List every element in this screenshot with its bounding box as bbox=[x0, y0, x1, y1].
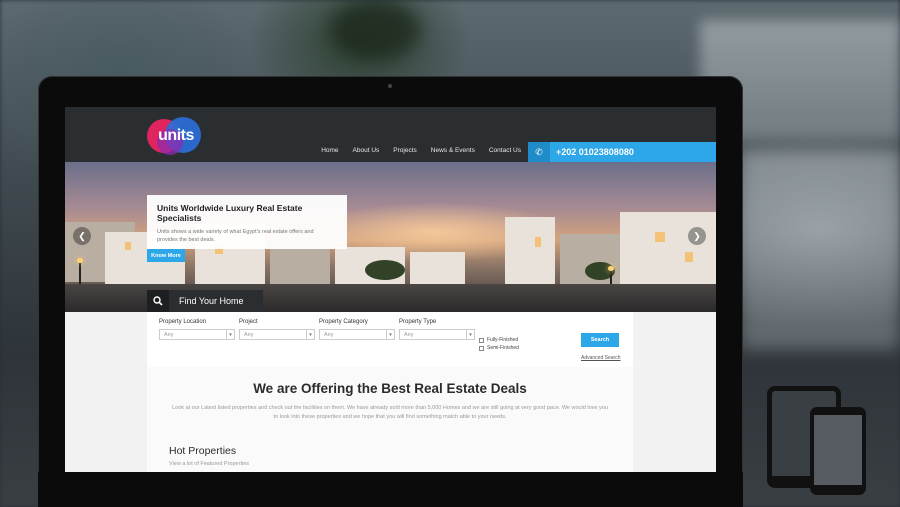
know-more-button[interactable]: Know More bbox=[147, 249, 185, 262]
units-logo[interactable]: units bbox=[145, 115, 205, 159]
offer-section: We are Offering the Best Real Estate Dea… bbox=[147, 367, 633, 472]
search-icon bbox=[147, 290, 169, 312]
property-type-field: Property Type Any ▾ bbox=[399, 319, 475, 340]
nav-projects[interactable]: Projects bbox=[393, 147, 416, 154]
nav-home[interactable]: Home bbox=[321, 147, 338, 154]
offer-text: Look at our Latest listed properties and… bbox=[172, 405, 608, 421]
search-button[interactable]: Search bbox=[581, 333, 619, 347]
chevron-down-icon: ▾ bbox=[226, 330, 234, 339]
project-field: Project Any ▾ bbox=[239, 319, 315, 340]
chevron-down-icon: ▾ bbox=[306, 330, 314, 339]
chevron-down-icon: ▾ bbox=[466, 330, 474, 339]
hero-text: Units shows a wide variety of what Egypt… bbox=[157, 229, 314, 244]
advanced-search-link[interactable]: Advanced Search bbox=[581, 355, 620, 361]
smartphone-icon bbox=[810, 407, 866, 495]
find-your-home-label: Find Your Home bbox=[179, 296, 244, 306]
phone-bar[interactable]: ✆ +202 01023808080 bbox=[528, 142, 716, 162]
property-type-select[interactable]: Any ▾ bbox=[399, 329, 475, 340]
nav-news-events[interactable]: News & Events bbox=[431, 147, 475, 154]
project-select[interactable]: Any ▾ bbox=[239, 329, 315, 340]
fully-finished-checkbox[interactable]: Fully-Finished bbox=[479, 337, 518, 343]
hero-slider: ❮ ❯ Units Worldwide Luxury Real Estate S… bbox=[65, 162, 716, 312]
chevron-down-icon: ▾ bbox=[386, 330, 394, 339]
find-your-home-tab[interactable]: Find Your Home bbox=[147, 290, 263, 312]
property-category-select[interactable]: Any ▾ bbox=[319, 329, 395, 340]
laptop-screen: units Home About Us Projects News & Even… bbox=[65, 107, 716, 472]
phone-icon: ✆ bbox=[528, 142, 550, 162]
property-location-select[interactable]: Any ▾ bbox=[159, 329, 235, 340]
property-category-field: Property Category Any ▾ bbox=[319, 319, 395, 340]
offer-title: We are Offering the Best Real Estate Dea… bbox=[253, 381, 527, 396]
camera-dot bbox=[388, 84, 392, 88]
hero-title: Units Worldwide Luxury Real Estate Speci… bbox=[157, 203, 303, 223]
property-search-form: Property Location Any ▾ Project Any ▾ Prop… bbox=[147, 312, 633, 367]
next-slide-icon[interactable]: ❯ bbox=[688, 227, 706, 245]
hero-caption: Units Worldwide Luxury Real Estate Speci… bbox=[147, 195, 347, 249]
nav-contact-us[interactable]: Contact Us bbox=[489, 147, 521, 154]
hot-properties-subtitle: View a lot of Featured Properties bbox=[169, 461, 249, 467]
phone-number: +202 01023808080 bbox=[556, 147, 634, 157]
main-nav: Home About Us Projects News & Events Con… bbox=[321, 147, 521, 154]
prev-slide-icon[interactable]: ❮ bbox=[73, 227, 91, 245]
property-location-field: Property Location Any ▾ bbox=[159, 319, 235, 340]
nav-about-us[interactable]: About Us bbox=[353, 147, 380, 154]
site-header: units Home About Us Projects News & Even… bbox=[65, 107, 716, 162]
hot-properties-title: Hot Properties bbox=[169, 445, 237, 457]
laptop-bezel bbox=[38, 472, 743, 507]
semi-finished-checkbox[interactable]: Semi-Finished bbox=[479, 345, 519, 351]
